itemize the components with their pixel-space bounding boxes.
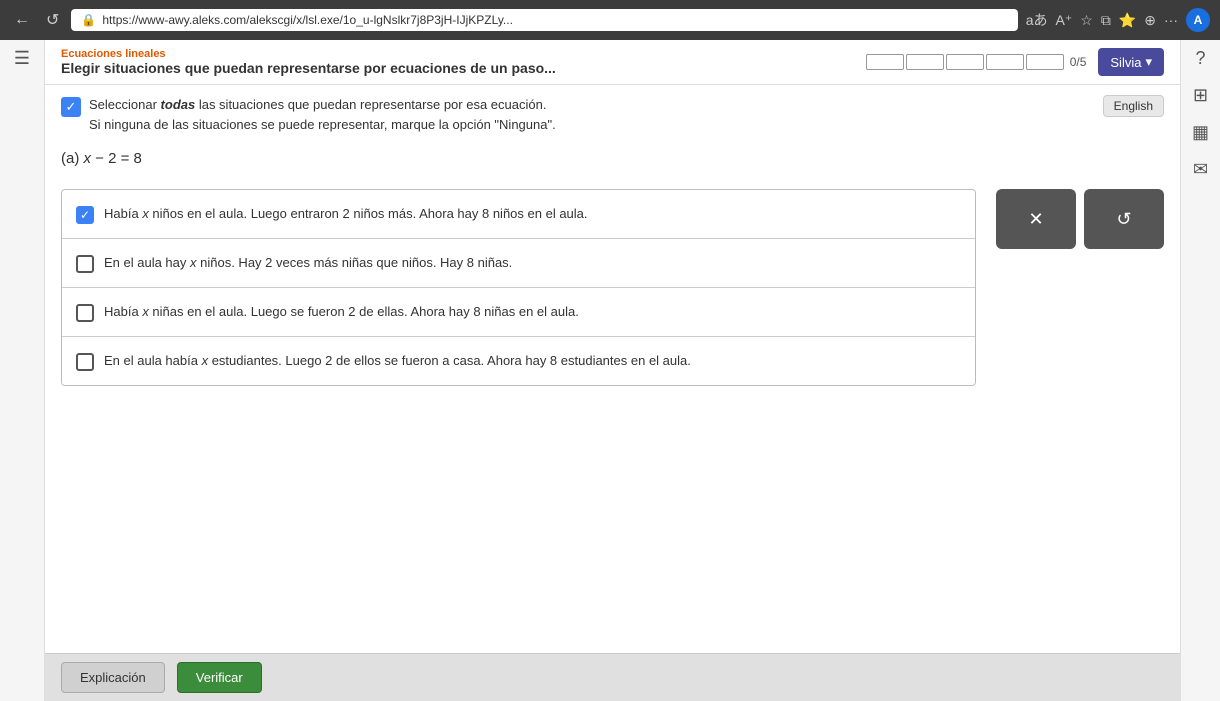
progress-bar: 0/5 xyxy=(866,54,1087,70)
choice-text-2: En el aula hay x niños. Hay 2 veces más … xyxy=(104,253,512,273)
bookmark-btn[interactable]: ☆ xyxy=(1080,12,1093,29)
progress-seg-3 xyxy=(946,54,984,70)
main-content: Ecuaciones lineales Elegir situaciones q… xyxy=(45,40,1180,701)
header-bar: Ecuaciones lineales Elegir situaciones q… xyxy=(45,40,1180,85)
progress-seg-5 xyxy=(1026,54,1064,70)
header-left: Ecuaciones lineales Elegir situaciones q… xyxy=(61,48,556,76)
problem-label: (a) x − 2 = 8 xyxy=(61,150,142,167)
progress-seg-1 xyxy=(866,54,904,70)
checkbox-4[interactable] xyxy=(76,353,94,371)
choice-item-4[interactable]: En el aula había x estudiantes. Luego 2 … xyxy=(62,337,975,385)
reload-button[interactable]: ↺ xyxy=(42,8,63,32)
progress-seg-2 xyxy=(906,54,944,70)
back-button[interactable]: ← xyxy=(10,9,34,31)
browser-actions: aあ A⁺ ☆ ⧉ ⭐ ⊕ ··· A xyxy=(1026,8,1210,32)
problem-content: Había x niños en el aula. Luego entraron… xyxy=(61,189,1164,386)
action-btn-row: ✕ ↺ xyxy=(996,189,1164,249)
user-name: Silvia xyxy=(1110,55,1141,70)
choice-text-3: Había x niñas en el aula. Luego se fuero… xyxy=(104,302,579,322)
checkbox-3[interactable] xyxy=(76,304,94,322)
table-button[interactable]: ▦ xyxy=(1192,122,1209,143)
lock-icon: 🔒 xyxy=(81,13,96,27)
instruction-text: Seleccionar todas las situaciones que pu… xyxy=(89,95,556,134)
topic-label: Ecuaciones lineales xyxy=(61,48,556,60)
bottom-bar: Explicación Verificar xyxy=(45,653,1180,701)
checkbox-1[interactable] xyxy=(76,206,94,224)
help-button[interactable]: ? xyxy=(1195,48,1205,69)
choice-item-3[interactable]: Había x niñas en el aula. Luego se fuero… xyxy=(62,288,975,337)
topic-title: Elegir situaciones que puedan representa… xyxy=(61,60,556,76)
choices-list: Había x niños en el aula. Luego entraron… xyxy=(61,189,976,386)
verify-button[interactable]: Verificar xyxy=(177,662,262,693)
more-btn[interactable]: ··· xyxy=(1164,12,1178,28)
user-menu-button[interactable]: Silvia ▾ xyxy=(1098,48,1164,76)
favorites-btn[interactable]: ⭐ xyxy=(1119,12,1136,29)
checkbox-2[interactable] xyxy=(76,255,94,273)
copy-btn[interactable]: ⊕ xyxy=(1144,12,1156,29)
choice-text-1: Había x niños en el aula. Luego entraron… xyxy=(104,204,588,224)
address-bar[interactable]: 🔒 https://www-awy.aleks.com/alekscgi/x/l… xyxy=(71,9,1017,31)
clear-button[interactable]: ✕ xyxy=(996,189,1076,249)
progress-seg-4 xyxy=(986,54,1024,70)
action-buttons: ✕ ↺ xyxy=(996,189,1164,386)
check-icon: ✓ xyxy=(61,97,81,117)
left-panel: ☰ xyxy=(0,40,45,701)
font-size-btn[interactable]: A⁺ xyxy=(1056,12,1073,29)
english-button[interactable]: English xyxy=(1103,95,1164,117)
problem-area: (a) x − 2 = 8 Había x niños en el aula. … xyxy=(45,140,1180,653)
instruction-area: ✓ Seleccionar todas las situaciones que … xyxy=(45,85,1180,140)
undo-button[interactable]: ↺ xyxy=(1084,189,1164,249)
url-text: https://www-awy.aleks.com/alekscgi/x/lsl… xyxy=(102,13,1007,27)
browser-chrome: ← ↺ 🔒 https://www-awy.aleks.com/alekscgi… xyxy=(0,0,1220,40)
progress-count: 0/5 xyxy=(1070,55,1087,69)
mail-button[interactable]: ✉ xyxy=(1193,159,1208,180)
read-aloud-btn[interactable]: aあ xyxy=(1026,10,1048,30)
choice-text-4: En el aula había x estudiantes. Luego 2 … xyxy=(104,351,691,371)
header-right: 0/5 Silvia ▾ xyxy=(866,48,1164,76)
right-sidebar: ? ⊞ ▦ ✉ xyxy=(1180,40,1220,701)
grid-button[interactable]: ⊞ xyxy=(1193,85,1208,106)
profile-icon[interactable]: A xyxy=(1186,8,1210,32)
split-view-btn[interactable]: ⧉ xyxy=(1101,12,1111,29)
user-chevron-icon: ▾ xyxy=(1145,54,1152,70)
choice-item-1[interactable]: Había x niños en el aula. Luego entraron… xyxy=(62,190,975,239)
explain-button[interactable]: Explicación xyxy=(61,662,165,693)
choice-item-2[interactable]: En el aula hay x niños. Hay 2 veces más … xyxy=(62,239,975,288)
hamburger-button[interactable]: ☰ xyxy=(14,48,30,69)
